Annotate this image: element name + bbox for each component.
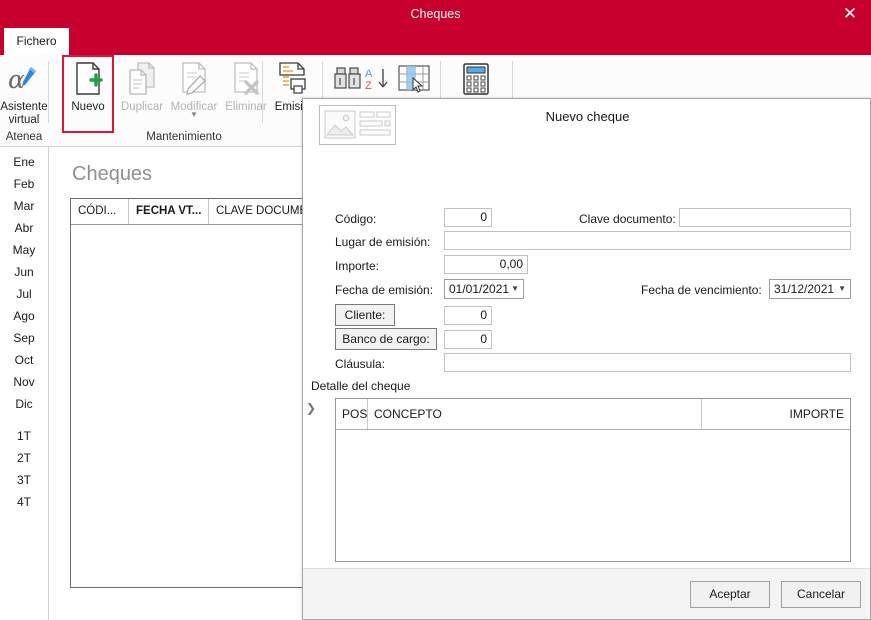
sidebar-item-4t[interactable]: 4T (0, 491, 48, 513)
clausula-input[interactable] (444, 353, 851, 372)
sidebar-item-dic[interactable]: Dic (0, 393, 48, 415)
sidebar-item-sep[interactable]: Sep (0, 327, 48, 349)
fecha-emision-datepicker[interactable]: 01/01/2021 ▼ (444, 279, 524, 299)
eliminar-label: Eliminar (225, 101, 267, 113)
dialog-title: Nuevo cheque (545, 109, 630, 124)
sidebar-item-jun[interactable]: Jun (0, 261, 48, 283)
asistente-virtual-label-1: Asistente (0, 101, 48, 113)
sidebar-item-oct[interactable]: Oct (0, 349, 48, 371)
alpha-pen-icon: α (0, 57, 50, 101)
label-clausula: Cláusula: (335, 357, 386, 371)
cancelar-button[interactable]: Cancelar (781, 581, 861, 608)
svg-text:Z: Z (365, 80, 372, 92)
tab-fichero[interactable]: Fichero (4, 28, 69, 55)
edit-document-icon (168, 57, 220, 101)
ribbon-group-atenea: α Asistente virtual Atenea (0, 55, 48, 147)
nuevo-label: Nuevo (71, 101, 105, 113)
svg-text:A: A (365, 68, 373, 80)
duplicar-label: Duplicar (120, 101, 164, 113)
label-fecha-vencimiento: Fecha de vencimiento: (641, 283, 762, 297)
sort-az-icon: A Z (360, 57, 396, 101)
modificar-button[interactable]: Modificar ▼ (168, 57, 220, 131)
page-title: Cheques (72, 163, 153, 185)
column-header-importe[interactable]: IMPORTE (702, 399, 850, 429)
sidebar-item-feb[interactable]: Feb (0, 173, 48, 195)
svg-text:α: α (8, 65, 25, 94)
calculator-icon (452, 57, 500, 101)
banco-cargo-lookup-button[interactable]: Banco de cargo: (335, 328, 437, 350)
aceptar-button[interactable]: Aceptar (690, 581, 770, 608)
ribbon-group-label-atenea: Atenea (5, 131, 43, 143)
chevron-down-icon[interactable]: ▼ (838, 280, 846, 298)
sidebar-item-jul[interactable]: Jul (0, 283, 48, 305)
column-header-pos[interactable]: POS (336, 399, 368, 429)
chevron-down-icon[interactable]: ▼ (168, 110, 220, 119)
dialog-header: Nuevo cheque (303, 99, 870, 149)
fecha-vencimiento-value: 31/12/2021 (774, 282, 835, 296)
cliente-input[interactable]: 0 (444, 306, 492, 325)
ribbon-separator-2 (262, 61, 263, 123)
column-header-concepto[interactable]: CONCEPTO (368, 399, 702, 429)
sidebar-item-1t[interactable]: 1T (0, 425, 48, 447)
expand-panel-icon[interactable]: ❯ (306, 401, 316, 415)
detalle-section-title: Detalle del cheque (311, 379, 411, 393)
delete-document-icon (220, 57, 272, 101)
sidebar-item-nov[interactable]: Nov (0, 371, 48, 393)
label-lugar-emision: Lugar de emisión: (335, 235, 431, 249)
column-header-fecha-vencimiento[interactable]: FECHA VT... (129, 199, 209, 224)
label-codigo: Código: (335, 212, 377, 226)
title-bar: Cheques ✕ (0, 0, 871, 28)
window-title: Cheques (410, 7, 461, 21)
detalle-table-header: POS CONCEPTO IMPORTE (336, 399, 850, 430)
clave-documento-input[interactable] (679, 208, 851, 227)
close-icon[interactable]: ✕ (833, 0, 867, 28)
sidebar-item-abr[interactable]: Abr (0, 217, 48, 239)
new-document-icon (64, 57, 112, 101)
period-sidebar: Ene Feb Mar Abr May Jun Jul Ago Sep Oct … (0, 147, 49, 620)
dialog-footer: Aceptar Cancelar (303, 568, 870, 619)
banco-cargo-input[interactable]: 0 (444, 330, 492, 349)
asistente-virtual-label-2: virtual (8, 114, 40, 126)
ribbon-tabstrip: Fichero (0, 28, 871, 55)
sidebar-item-may[interactable]: May (0, 239, 48, 261)
nuevo-button[interactable]: Nuevo (62, 55, 114, 133)
ribbon-group-label-mantenimiento: Mantenimiento (146, 131, 222, 143)
sidebar-item-mar[interactable]: Mar (0, 195, 48, 217)
grid-columns-icon (392, 57, 436, 101)
dialog-body: Código: 0 Clave documento: Lugar de emis… (303, 149, 870, 591)
sidebar-divider (0, 415, 48, 425)
application-window: Cheques ✕ Fichero α Asistente virtual At… (0, 0, 871, 620)
fecha-emision-value: 01/01/2021 (449, 282, 510, 296)
lugar-emision-input[interactable] (444, 231, 851, 250)
nuevo-cheque-dialog: Nuevo cheque Código: 0 Clave documento: … (302, 98, 871, 620)
cliente-lookup-button[interactable]: Cliente: (335, 304, 395, 326)
sidebar-item-3t[interactable]: 3T (0, 469, 48, 491)
column-header-codigo[interactable]: CÓDI... (71, 199, 129, 224)
duplicate-document-icon (116, 57, 168, 101)
asistente-virtual-button[interactable]: α Asistente virtual (0, 57, 50, 131)
label-importe: Importe: (335, 259, 380, 273)
chevron-down-icon[interactable]: ▼ (511, 280, 519, 298)
print-document-icon (266, 57, 318, 101)
fecha-vencimiento-datepicker[interactable]: 31/12/2021 ▼ (769, 279, 851, 299)
importe-input[interactable]: 0,00 (444, 255, 528, 274)
sidebar-item-2t[interactable]: 2T (0, 447, 48, 469)
detalle-table: POS CONCEPTO IMPORTE (335, 398, 851, 562)
ribbon-separator-1 (48, 61, 49, 123)
sidebar-item-ago[interactable]: Ago (0, 305, 48, 327)
eliminar-button[interactable]: Eliminar (220, 57, 272, 131)
duplicar-button[interactable]: Duplicar (116, 57, 168, 131)
label-clave-documento: Clave documento: (579, 212, 676, 226)
label-fecha-emision: Fecha de emisión: (335, 283, 434, 297)
codigo-input[interactable]: 0 (444, 208, 492, 227)
sidebar-item-ene[interactable]: Ene (0, 151, 48, 173)
